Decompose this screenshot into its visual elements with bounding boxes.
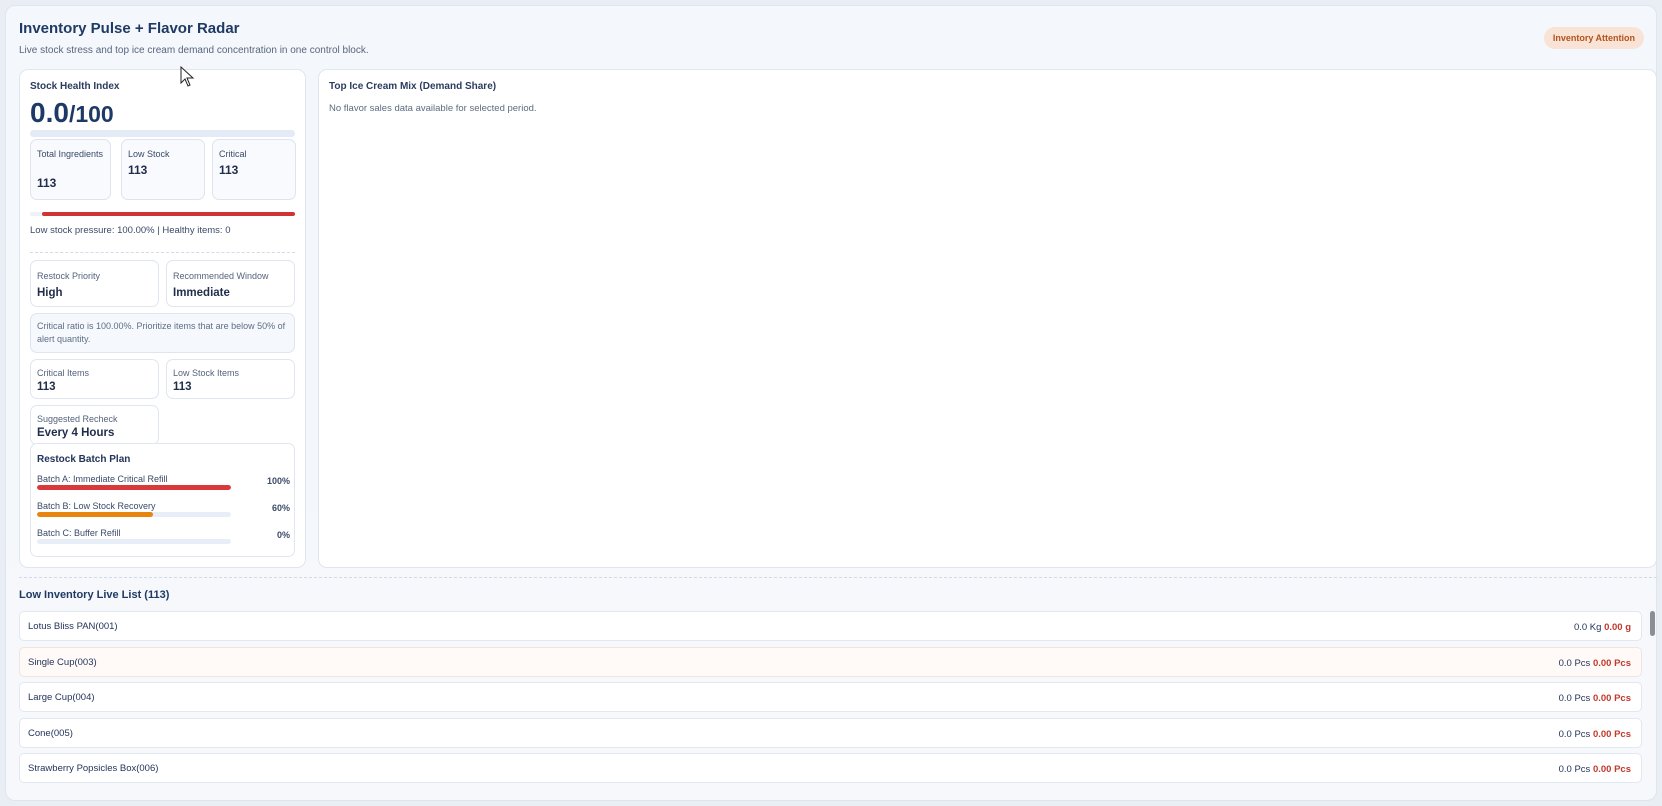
item-name: Strawberry Popsicles Box(006) xyxy=(28,763,159,774)
item-alert-qty: 0.00 Pcs xyxy=(1592,658,1631,669)
score-max: /100 xyxy=(68,101,114,127)
list-item[interactable]: Cone(005) 0.0 Pcs 0.00 Pcs xyxy=(19,718,1642,748)
batch-progress-bar xyxy=(37,539,231,544)
stat-value: 113 xyxy=(37,176,57,190)
item-qty: 0.0 Pcs xyxy=(1558,764,1591,775)
stock-health-score: 0.0/100 xyxy=(30,98,114,129)
batch-name: Batch A: Immediate Critical Refill xyxy=(37,474,168,484)
item-name: Lotus Bliss PAN(001) xyxy=(28,621,118,632)
stat-value: 113 xyxy=(128,163,148,177)
item-quantity: 0.0 Pcs 0.00 Pcs xyxy=(1559,764,1631,775)
item-quantity: 0.0 Pcs 0.00 Pcs xyxy=(1559,729,1631,740)
low-inventory-list[interactable]: Lotus Bliss PAN(001) 0.0 Kg 0.00 g Singl… xyxy=(19,611,1657,784)
batch-progress-fill xyxy=(37,512,154,517)
flavor-mix-title: Top Ice Cream Mix (Demand Share) xyxy=(329,81,497,92)
item-alert-qty: 0.00 g xyxy=(1604,622,1631,633)
page-subtitle: Live stock stress and top ice cream dema… xyxy=(19,45,369,56)
low-stock-items-box: Low Stock Items 113 xyxy=(166,359,295,399)
restock-batch-plan: Restock Batch Plan Batch A: Immediate Cr… xyxy=(30,443,295,557)
item-alert-qty: 0.00 Pcs xyxy=(1592,729,1631,740)
item-name: Single Cup(003) xyxy=(28,657,97,668)
batch-name: Batch C: Buffer Refill xyxy=(37,528,121,538)
box-label: Low Stock Items xyxy=(173,368,240,378)
batch-progress-fill xyxy=(37,485,231,490)
flavor-mix-empty-message: No flavor sales data available for selec… xyxy=(329,103,537,114)
batch-row: Batch A: Immediate Critical Refill 100% xyxy=(37,474,290,492)
pressure-text: Low stock pressure: 100.00% | Healthy it… xyxy=(30,225,231,236)
flavor-mix-card: Top Ice Cream Mix (Demand Share) No flav… xyxy=(318,69,1657,568)
low-inventory-title: Low Inventory Live List (113) xyxy=(19,589,170,601)
stock-health-label: Stock Health Index xyxy=(30,81,120,92)
recommended-window-box: Recommended Window Immediate xyxy=(166,260,295,307)
stat-total-ingredients: Total Ingredients 113 xyxy=(30,139,111,200)
box-label: Suggested Recheck xyxy=(37,414,118,424)
item-quantity: 0.0 Pcs 0.00 Pcs xyxy=(1559,693,1631,704)
item-alert-qty: 0.00 Pcs xyxy=(1592,764,1631,775)
box-label: Recommended Window xyxy=(173,271,269,281)
list-scrollbar[interactable] xyxy=(1650,611,1655,636)
box-value: Every 4 Hours xyxy=(37,427,115,439)
pressure-bar-fill xyxy=(42,212,295,216)
batch-row: Batch C: Buffer Refill 0% xyxy=(37,528,290,546)
divider xyxy=(30,252,295,253)
item-quantity: 0.0 Pcs 0.00 Pcs xyxy=(1559,658,1631,669)
box-value: High xyxy=(37,287,63,299)
stat-label: Total Ingredients xyxy=(37,149,104,159)
batch-progress-bar xyxy=(37,485,231,490)
item-name: Cone(005) xyxy=(28,728,73,739)
list-item[interactable]: Lotus Bliss PAN(001) 0.0 Kg 0.00 g xyxy=(19,611,1642,641)
suggested-recheck-box: Suggested Recheck Every 4 Hours xyxy=(30,405,159,445)
item-qty: 0.0 Pcs xyxy=(1558,658,1591,669)
batch-progress-bar xyxy=(37,512,231,517)
critical-items-box: Critical Items 113 xyxy=(30,359,159,399)
list-item[interactable]: Large Cup(004) 0.0 Pcs 0.00 Pcs xyxy=(19,682,1642,712)
stock-health-card: Stock Health Index 0.0/100 Total Ingredi… xyxy=(19,69,306,568)
box-label: Critical Items xyxy=(37,368,90,378)
stat-low-stock: Low Stock 113 xyxy=(121,139,205,200)
page-title: Inventory Pulse + Flavor Radar xyxy=(19,20,240,37)
section-divider xyxy=(19,577,1657,578)
batch-plan-title: Restock Batch Plan xyxy=(37,454,131,465)
item-name: Large Cup(004) xyxy=(28,692,95,703)
item-quantity: 0.0 Kg 0.00 g xyxy=(1574,622,1631,633)
status-badge: Inventory Attention xyxy=(1543,27,1644,49)
list-item[interactable]: Strawberry Popsicles Box(006) 0.0 Pcs 0.… xyxy=(19,753,1642,783)
inventory-panel: Inventory Pulse + Flavor Radar Live stoc… xyxy=(5,5,1657,801)
list-item[interactable]: Single Cup(003) 0.0 Pcs 0.00 Pcs xyxy=(19,647,1642,677)
box-value: 113 xyxy=(173,381,192,393)
batch-row: Batch B: Low Stock Recovery 60% xyxy=(37,501,290,519)
box-value: 113 xyxy=(37,381,56,393)
batch-name: Batch B: Low Stock Recovery xyxy=(37,501,156,511)
item-qty: 0.0 Pcs xyxy=(1558,693,1591,704)
box-label: Restock Priority xyxy=(37,271,101,281)
critical-note: Critical ratio is 100.00%. Prioritize it… xyxy=(30,313,295,353)
stat-value: 113 xyxy=(219,163,239,177)
batch-percent: 60% xyxy=(271,503,290,513)
item-qty: 0.0 Pcs xyxy=(1558,729,1591,740)
item-alert-qty: 0.00 Pcs xyxy=(1592,693,1631,704)
pressure-bar xyxy=(30,212,295,216)
batch-percent: 0% xyxy=(276,530,290,540)
stat-label: Low Stock xyxy=(128,149,170,159)
stat-critical: Critical 113 xyxy=(212,139,296,200)
restock-priority-box: Restock Priority High xyxy=(30,260,159,307)
box-value: Immediate xyxy=(173,287,230,299)
health-progress-bar xyxy=(30,130,295,137)
stat-label: Critical xyxy=(219,149,247,159)
score-value: 0.0 xyxy=(30,97,69,128)
batch-percent: 100% xyxy=(266,476,290,486)
mouse-cursor-icon xyxy=(180,66,195,87)
item-qty: 0.0 Kg xyxy=(1573,622,1602,633)
